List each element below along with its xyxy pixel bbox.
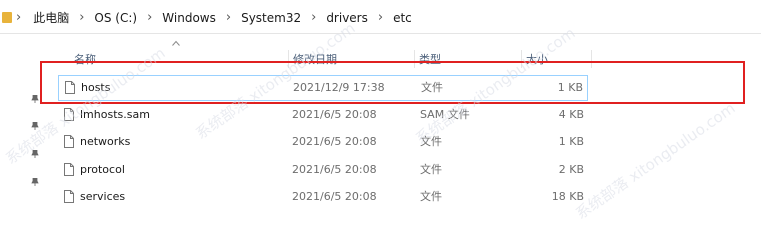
file-row-services[interactable]: services 2021/6/5 20:08 文件 18 KB	[58, 185, 588, 211]
file-type: SAM 文件	[420, 108, 470, 121]
folder-icon	[2, 12, 12, 23]
file-row-networks[interactable]: networks 2021/6/5 20:08 文件 1 KB	[58, 130, 588, 156]
breadcrumb-item-os-c[interactable]: OS (C:)	[94, 11, 137, 25]
file-icon	[64, 163, 74, 176]
file-size: 1 KB	[558, 135, 584, 148]
file-row-lmhosts[interactable]: lmhosts.sam 2021/6/5 20:08 SAM 文件 4 KB	[58, 103, 588, 129]
address-bar[interactable]: › 此电脑 › OS (C:) › Windows › System32 › d…	[0, 0, 761, 34]
sort-ascending-icon	[172, 40, 180, 46]
pin-icon[interactable]	[31, 178, 39, 186]
breadcrumb-item-drivers[interactable]: drivers	[326, 11, 368, 25]
chevron-right-icon[interactable]: ›	[79, 10, 84, 25]
file-date: 2021/6/5 20:08	[292, 190, 377, 203]
file-icon	[64, 108, 74, 121]
file-size: 2 KB	[558, 163, 584, 176]
file-date: 2021/6/5 20:08	[292, 163, 377, 176]
chevron-right-icon[interactable]: ›	[378, 10, 383, 25]
file-icon	[64, 190, 74, 203]
file-size: 4 KB	[558, 108, 584, 121]
highlight-box	[40, 61, 745, 104]
file-type: 文件	[420, 135, 442, 148]
file-date: 2021/6/5 20:08	[292, 135, 377, 148]
file-type: 文件	[420, 163, 442, 176]
file-name: networks	[80, 135, 131, 148]
file-name: services	[80, 190, 126, 203]
breadcrumb-item-this-pc[interactable]: 此电脑	[33, 9, 69, 26]
file-name: protocol	[80, 163, 125, 176]
breadcrumb-item-windows[interactable]: Windows	[162, 11, 216, 25]
breadcrumb-item-etc[interactable]: etc	[393, 11, 412, 25]
file-type: 文件	[420, 190, 442, 203]
chevron-right-icon[interactable]: ›	[311, 10, 316, 25]
file-name: lmhosts.sam	[80, 108, 150, 121]
pin-icon[interactable]	[31, 122, 39, 130]
chevron-right-icon[interactable]: ›	[16, 10, 21, 25]
watermark: 系统部落 xitongbuluo.com	[572, 98, 739, 223]
chevron-right-icon[interactable]: ›	[226, 10, 231, 25]
chevron-right-icon[interactable]: ›	[147, 10, 152, 25]
breadcrumb: › 此电脑 › OS (C:) › Windows › System32 › d…	[14, 9, 412, 26]
file-date: 2021/6/5 20:08	[292, 108, 377, 121]
file-icon	[64, 135, 74, 148]
file-row-protocol[interactable]: protocol 2021/6/5 20:08 文件 2 KB	[58, 158, 588, 184]
file-size: 18 KB	[551, 190, 584, 203]
breadcrumb-item-system32[interactable]: System32	[241, 11, 301, 25]
pin-icon[interactable]	[31, 95, 39, 103]
pin-icon[interactable]	[31, 150, 39, 158]
